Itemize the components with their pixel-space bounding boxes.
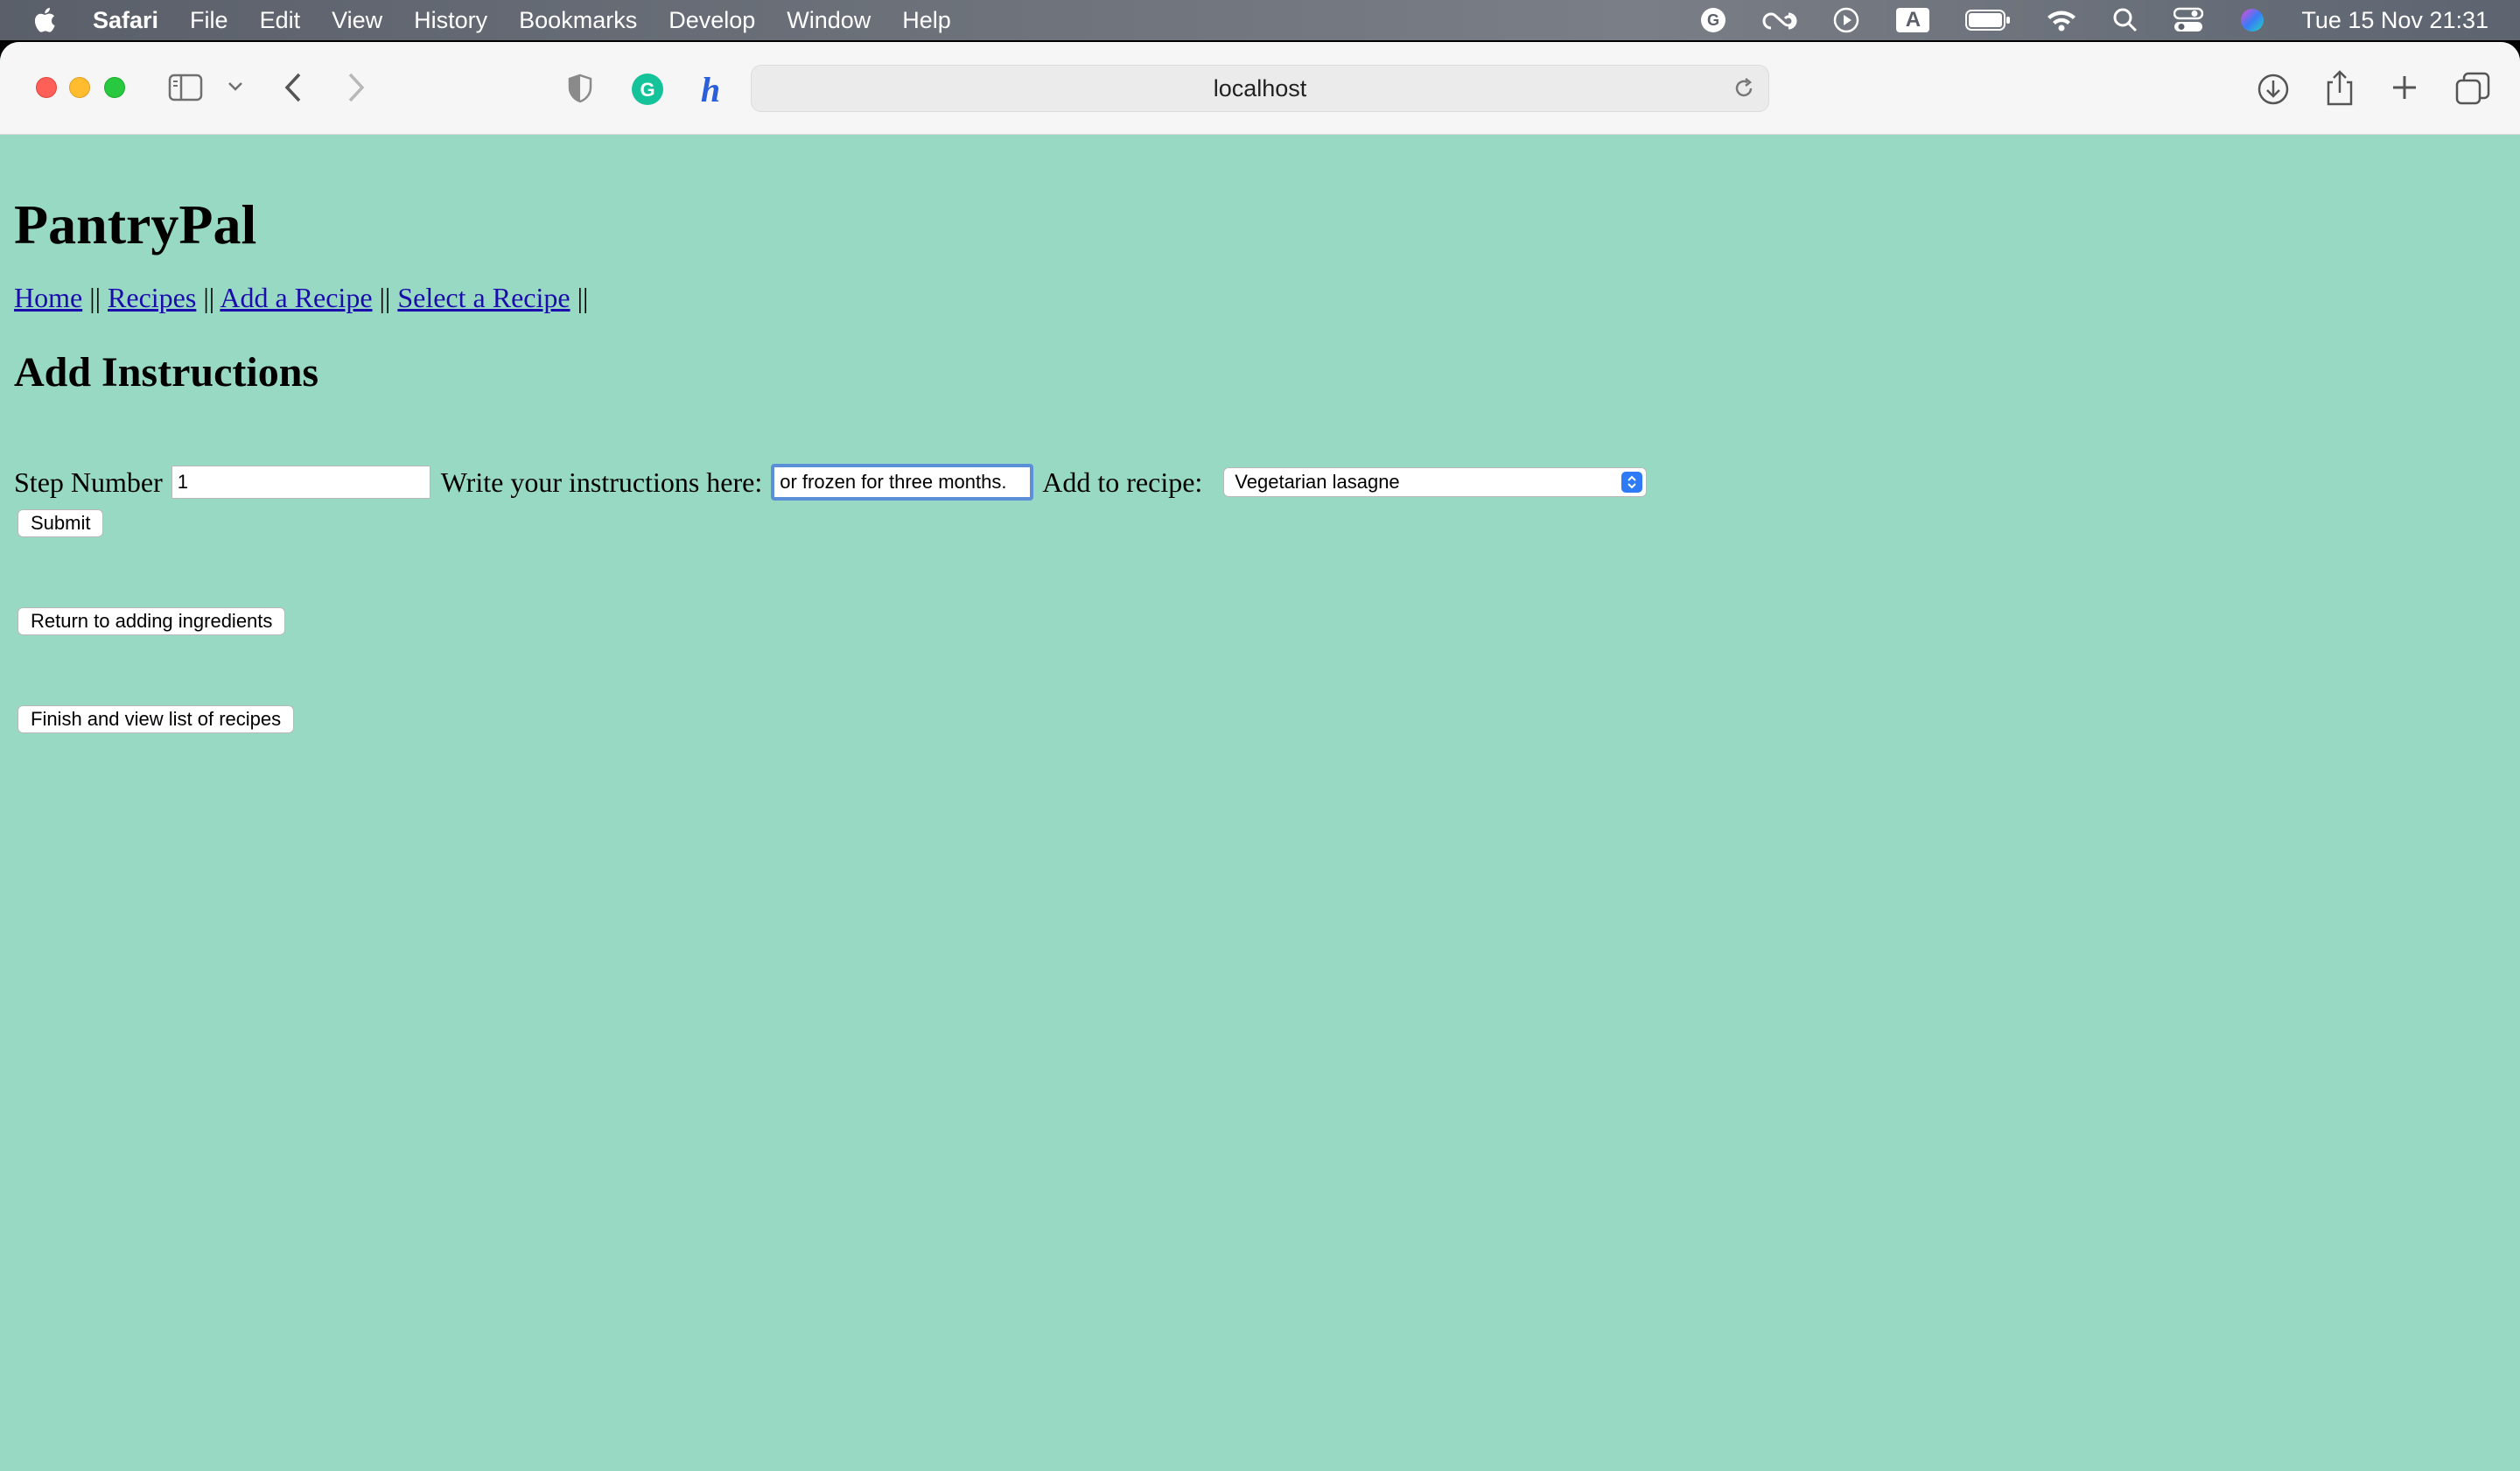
chevron-down-icon[interactable]	[228, 81, 243, 93]
reload-icon[interactable]	[1732, 76, 1756, 105]
browser-toolbar: G h localhost	[0, 42, 2520, 135]
menu-window[interactable]: Window	[787, 7, 871, 34]
menu-help[interactable]: Help	[902, 7, 951, 34]
instructions-input[interactable]: or frozen for three months.	[771, 464, 1034, 501]
wifi-icon[interactable]	[2046, 0, 2077, 40]
svg-text:G: G	[1707, 11, 1719, 29]
menu-bar: Safari File Edit View History Bookmarks …	[0, 0, 2520, 40]
address-bar-url: localhost	[1213, 74, 1307, 102]
grammarly-status-icon[interactable]: G	[1699, 0, 1727, 40]
privacy-shield-icon[interactable]	[567, 74, 593, 103]
finish-view-recipes-button[interactable]: Finish and view list of recipes	[18, 705, 295, 733]
input-source-label: A	[1905, 8, 1922, 32]
minimize-window-button[interactable]	[69, 77, 90, 98]
menubar-clock[interactable]: Tue 15 Nov 21:31	[2301, 7, 2488, 34]
share-icon[interactable]	[2324, 68, 2356, 107]
forward-arrow-icon[interactable]	[345, 72, 368, 103]
select-arrows-icon	[1621, 472, 1643, 493]
menu-edit[interactable]: Edit	[260, 7, 301, 34]
grammarly-extension-icon[interactable]: G	[630, 72, 665, 107]
browser-window: G h localhost PantryPal Home || Recipes …	[0, 42, 2520, 1471]
svg-text:G: G	[640, 79, 654, 101]
apple-icon[interactable]	[32, 6, 77, 34]
play-circle-icon[interactable]	[1832, 0, 1860, 40]
address-bar[interactable]: localhost	[751, 65, 1769, 112]
menu-view[interactable]: View	[332, 7, 382, 34]
search-icon[interactable]	[2112, 0, 2138, 40]
nav-separator: ||	[203, 282, 215, 313]
zoom-window-button[interactable]	[104, 77, 125, 98]
input-source-icon[interactable]: A	[1895, 0, 1930, 40]
menu-file[interactable]: File	[190, 7, 228, 34]
nav-link-home[interactable]: Home	[14, 282, 82, 313]
honey-extension-icon[interactable]: h	[693, 70, 728, 109]
step-number-input[interactable]: 1	[171, 466, 430, 499]
nav-link-recipes[interactable]: Recipes	[108, 282, 196, 313]
menu-develop[interactable]: Develop	[668, 7, 755, 34]
tab-overview-icon[interactable]	[2455, 72, 2490, 105]
site-title: PantryPal	[14, 193, 257, 256]
recipe-select[interactable]: Vegetarian lasagne	[1223, 467, 1648, 497]
step-number-label: Step Number	[14, 466, 163, 498]
menu-bookmarks[interactable]: Bookmarks	[519, 7, 637, 34]
instructions-label: Write your instructions here:	[440, 466, 763, 498]
instruction-form: Step Number 1 Write your instructions he…	[14, 464, 1648, 501]
control-center-icon[interactable]	[2174, 0, 2204, 40]
creative-cloud-icon[interactable]	[1762, 0, 1797, 40]
recipe-select-label: Add to recipe:	[1042, 466, 1203, 498]
downloads-icon[interactable]	[2256, 72, 2291, 107]
menu-history[interactable]: History	[414, 7, 487, 34]
nav-separator: ||	[89, 282, 102, 313]
siri-icon[interactable]	[2238, 0, 2266, 40]
nav-separator: ||	[379, 282, 391, 313]
battery-icon[interactable]	[1965, 0, 2011, 40]
section-title: Add Instructions	[14, 349, 319, 396]
main-nav: Home || Recipes || Add a Recipe || Selec…	[14, 282, 588, 314]
svg-text:h: h	[701, 70, 720, 109]
recipe-select-value: Vegetarian lasagne	[1235, 471, 1400, 493]
nav-separator: ||	[577, 282, 589, 313]
nav-link-add-recipe[interactable]: Add a Recipe	[220, 282, 372, 313]
new-tab-plus-icon[interactable]	[2390, 74, 2418, 102]
submit-button[interactable]: Submit	[18, 509, 104, 537]
return-to-ingredients-button[interactable]: Return to adding ingredients	[18, 607, 286, 635]
nav-link-select-recipe[interactable]: Select a Recipe	[397, 282, 570, 313]
menu-app-safari[interactable]: Safari	[93, 7, 158, 34]
back-arrow-icon[interactable]	[282, 72, 304, 103]
close-window-button[interactable]	[36, 77, 57, 98]
sidebar-toggle-icon[interactable]	[168, 74, 203, 102]
